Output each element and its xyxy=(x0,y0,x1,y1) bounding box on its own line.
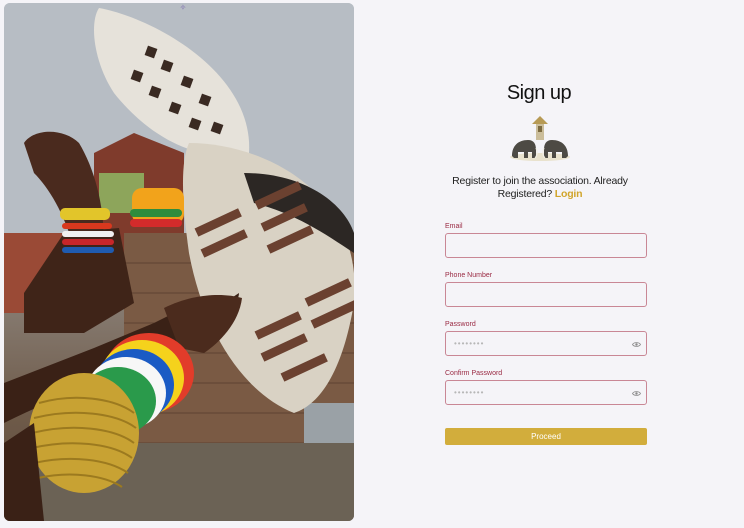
signup-form-panel: Sign up Register to join the association… xyxy=(362,0,744,528)
eye-icon[interactable] xyxy=(632,341,641,348)
hero-illustration xyxy=(4,3,354,521)
association-logo xyxy=(510,116,570,161)
intro-message: Register to join the association. Alread… xyxy=(452,175,628,200)
eye-icon[interactable] xyxy=(632,390,641,397)
phone-field[interactable] xyxy=(445,282,647,307)
password-label: Password xyxy=(445,321,476,328)
login-link[interactable]: Login xyxy=(555,188,583,200)
page-title: Sign up xyxy=(506,82,572,104)
email-label: Email xyxy=(445,223,463,230)
proceed-button[interactable]: Proceed xyxy=(445,428,647,445)
hero-image: ✧ xyxy=(4,3,354,521)
signup-page: ✧ Sign up Register to join the associati… xyxy=(0,0,744,528)
confirm-password-field[interactable] xyxy=(445,380,647,405)
phone-label: Phone Number xyxy=(445,272,493,279)
password-field[interactable] xyxy=(445,331,647,356)
email-field[interactable] xyxy=(445,233,647,258)
intro-text: Register to join the association. Alread… xyxy=(452,175,628,201)
confirm-password-label: Confirm Password xyxy=(445,370,503,377)
sparkle-icon: ✧ xyxy=(179,3,187,12)
